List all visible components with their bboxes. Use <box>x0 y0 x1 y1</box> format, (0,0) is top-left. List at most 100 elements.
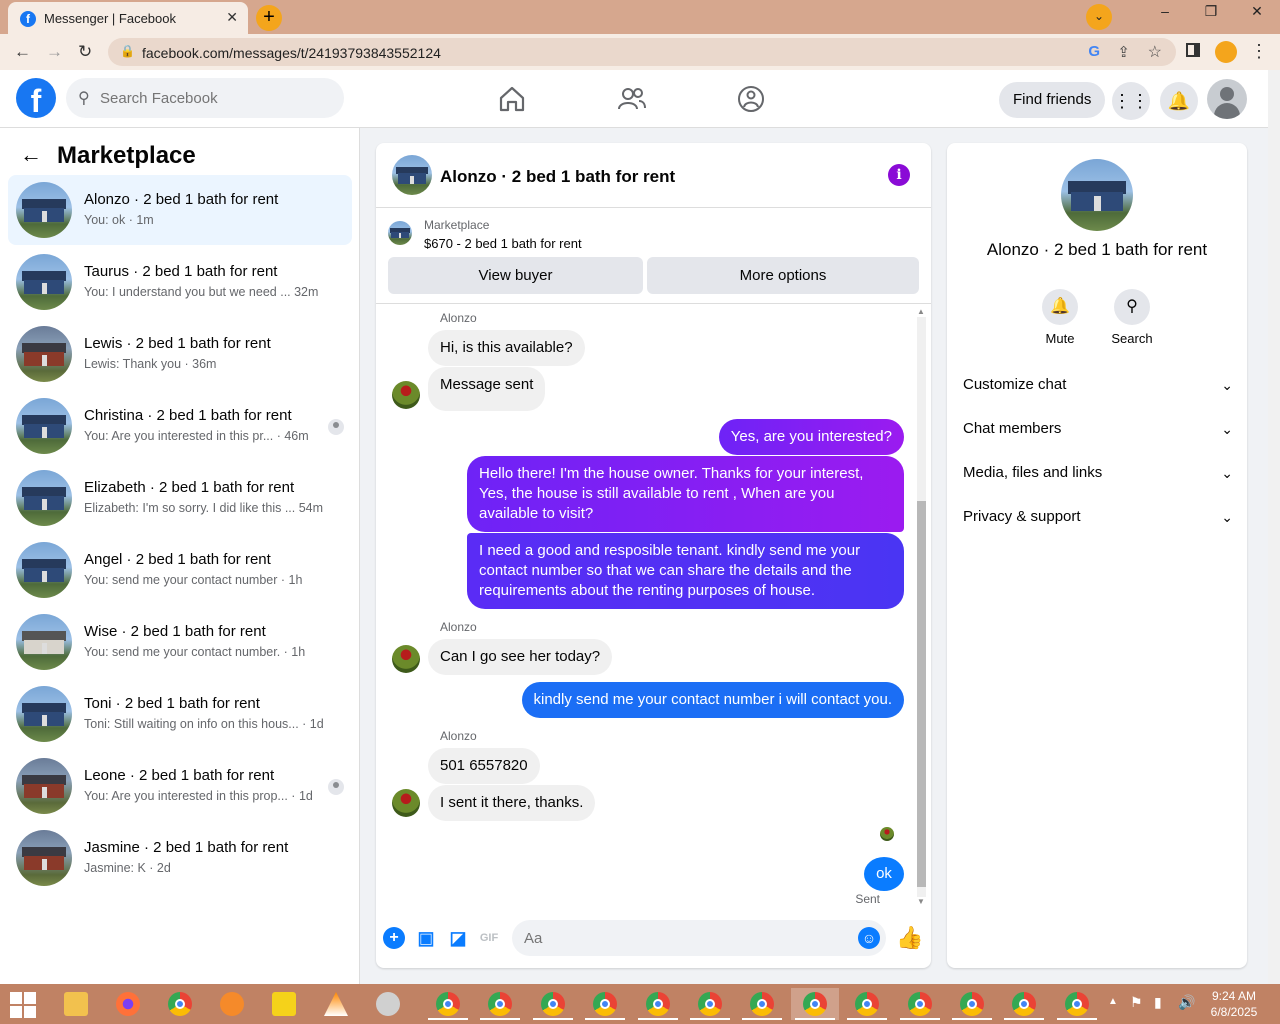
message-bubble-incoming[interactable]: I sent it there, thanks. <box>428 785 596 821</box>
tool-icon[interactable] <box>364 988 412 1020</box>
media-files-links-row[interactable]: Media, files and links ⌄ <box>963 453 1233 493</box>
chrome-window-icon[interactable] <box>686 988 734 1020</box>
chrome-window-icon[interactable] <box>738 988 786 1020</box>
message-bubble-incoming[interactable]: Message sent <box>428 367 546 411</box>
volume-icon[interactable]: 🔊 <box>1178 994 1195 1011</box>
chrome-window-icon[interactable] <box>896 988 944 1020</box>
chrome-window-icon[interactable] <box>1000 988 1048 1020</box>
new-tab-button[interactable]: + <box>256 5 282 31</box>
scroll-up-icon[interactable]: ▲ <box>917 307 925 316</box>
conversation-item[interactable]: Lewis · 2 bed 1 bath for rent Lewis: Than… <box>8 319 352 389</box>
conversation-item[interactable]: Taurus · 2 bed 1 bath for rent You: I und… <box>8 247 352 317</box>
chrome-window-icon[interactable] <box>948 988 996 1020</box>
tab-search-button[interactable]: ⌄ <box>1086 4 1112 30</box>
chrome-window-icon[interactable] <box>790 988 839 1020</box>
message-bubble-outgoing[interactable]: I need a good and resposible tenant. kin… <box>467 533 904 609</box>
address-bar[interactable]: 🔒 facebook.com/messages/t/24193793843552… <box>108 38 1176 66</box>
listing-thumbnail[interactable] <box>388 221 412 245</box>
emoji-icon[interactable]: ☺ <box>858 927 880 949</box>
info-icon[interactable]: i <box>888 164 910 186</box>
share-icon[interactable]: ⇪ <box>1117 43 1130 61</box>
search-box[interactable]: ⚲ <box>66 78 344 118</box>
message-bubble-outgoing[interactable]: Hello there! I'm the house owner. Thanks… <box>467 456 904 532</box>
chrome-window-icon[interactable] <box>529 988 577 1020</box>
message-input-box[interactable]: ☺ <box>512 920 886 956</box>
chrome-window-icon[interactable] <box>581 988 629 1020</box>
sender-avatar[interactable] <box>392 381 420 409</box>
back-arrow-icon[interactable]: ← <box>14 42 31 62</box>
conversation-item[interactable]: Alonzo · 2 bed 1 bath for rent You: ok · … <box>8 175 352 245</box>
avatar[interactable] <box>1207 79 1247 119</box>
player-icon[interactable] <box>260 988 308 1020</box>
message-bubble-incoming[interactable]: 501 6557820 <box>428 748 540 784</box>
customize-chat-row[interactable]: Customize chat ⌄ <box>963 365 1233 405</box>
conversation-item[interactable]: Angel · 2 bed 1 bath for rent You: send m… <box>8 535 352 605</box>
listing-price[interactable]: $670 - 2 bed 1 bath for rent <box>424 236 582 251</box>
reload-icon[interactable]: ↻ <box>78 42 92 62</box>
message-bubble-outgoing[interactable]: Yes, are you interested? <box>718 419 904 455</box>
tray-expand-icon[interactable]: ▲ <box>1108 996 1118 1007</box>
sender-avatar[interactable] <box>392 789 420 817</box>
vlc-icon[interactable] <box>312 988 360 1020</box>
close-window-button[interactable]: ✕ <box>1234 0 1280 34</box>
conversation-item[interactable]: Jasmine · 2 bed 1 bath for rent Jasmine: … <box>8 823 352 893</box>
chat-thumbnail[interactable] <box>392 155 432 195</box>
bookmark-star-icon[interactable]: ☆ <box>1148 42 1162 62</box>
chat-members-row[interactable]: Chat members ⌄ <box>963 409 1233 449</box>
message-scrollbar[interactable]: ▲ ▼ <box>914 307 926 907</box>
gif-icon[interactable]: GIF <box>478 927 500 949</box>
add-plus-icon[interactable]: + <box>383 927 405 949</box>
message-bubble-incoming[interactable]: Hi, is this available? <box>428 330 585 366</box>
network-icon[interactable]: ▮ <box>1154 994 1162 1011</box>
flag-icon[interactable]: ⚑ <box>1130 994 1143 1011</box>
sender-avatar[interactable] <box>392 645 420 673</box>
message-bubble-outgoing[interactable]: ok <box>864 857 904 891</box>
view-buyer-button[interactable]: View buyer <box>388 257 643 294</box>
home-icon[interactable] <box>497 84 527 114</box>
photo-icon[interactable]: ▣ <box>415 927 437 949</box>
lock-icon[interactable]: 🔒 <box>120 44 135 58</box>
chrome-window-icon[interactable] <box>424 988 472 1020</box>
conversation-item[interactable]: Leone · 2 bed 1 bath for rent You: Are yo… <box>8 751 352 821</box>
thumbs-up-icon[interactable]: 👍 <box>896 925 923 951</box>
firefox-icon[interactable] <box>104 988 152 1020</box>
side-panel-icon[interactable] <box>1186 43 1200 57</box>
message-bubble-outgoing[interactable]: kindly send me your contact number i wil… <box>521 682 904 718</box>
notifications-bell-icon[interactable]: 🔔 <box>1160 82 1198 120</box>
conversation-item[interactable]: Elizabeth · 2 bed 1 bath for rent Elizabe… <box>8 463 352 533</box>
message-thread[interactable]: Alonzo Hi, is this available? Message se… <box>376 307 914 907</box>
friends-icon[interactable] <box>617 84 647 114</box>
restore-button[interactable]: ❐ <box>1188 0 1234 34</box>
page-scrollbar[interactable] <box>1268 70 1280 984</box>
browser-menu-icon[interactable]: ⋮ <box>1250 41 1268 62</box>
message-input[interactable] <box>524 928 844 948</box>
file-explorer-icon[interactable] <box>52 988 100 1020</box>
chrome-window-icon[interactable] <box>843 988 891 1020</box>
system-clock[interactable]: 9:24 AM 6/8/2025 <box>1206 988 1262 1020</box>
back-arrow-icon[interactable]: ← <box>20 142 42 168</box>
conversation-item[interactable]: Toni · 2 bed 1 bath for rent Toni: Still … <box>8 679 352 749</box>
more-options-button[interactable]: More options <box>647 257 919 294</box>
privacy-support-row[interactable]: Privacy & support ⌄ <box>963 497 1233 537</box>
forward-arrow-icon[interactable]: → <box>46 42 63 62</box>
menu-grid-icon[interactable]: ⋮⋮ <box>1112 82 1150 120</box>
message-bubble-incoming[interactable]: Can I go see her today? <box>428 639 613 675</box>
google-icon[interactable]: G <box>1088 43 1100 60</box>
sticker-icon[interactable]: ◪ <box>447 927 469 949</box>
scrollbar-thumb[interactable] <box>917 501 926 887</box>
conversation-item[interactable]: Christina · 2 bed 1 bath for rent You: Ar… <box>8 391 352 461</box>
chrome-window-icon[interactable] <box>476 988 524 1020</box>
browser-tab[interactable]: f Messenger | Facebook ✕ <box>8 2 248 34</box>
mute-button[interactable]: 🔔 Mute <box>1030 289 1090 346</box>
chrome-taskbar-icon[interactable] <box>156 988 204 1020</box>
conversation-item[interactable]: Wise · 2 bed 1 bath for rent You: send me… <box>8 607 352 677</box>
find-friends-button[interactable]: Find friends <box>999 82 1106 118</box>
chrome-window-icon[interactable] <box>1053 988 1101 1020</box>
chrome-window-icon[interactable] <box>634 988 682 1020</box>
details-thumbnail[interactable] <box>1061 159 1133 231</box>
groups-icon[interactable] <box>736 84 766 114</box>
windows-start-icon[interactable] <box>10 992 36 1018</box>
uc-browser-icon[interactable] <box>208 988 256 1020</box>
search-in-chat-button[interactable]: ⚲ Search <box>1102 289 1162 346</box>
profile-icon[interactable] <box>1215 41 1237 63</box>
